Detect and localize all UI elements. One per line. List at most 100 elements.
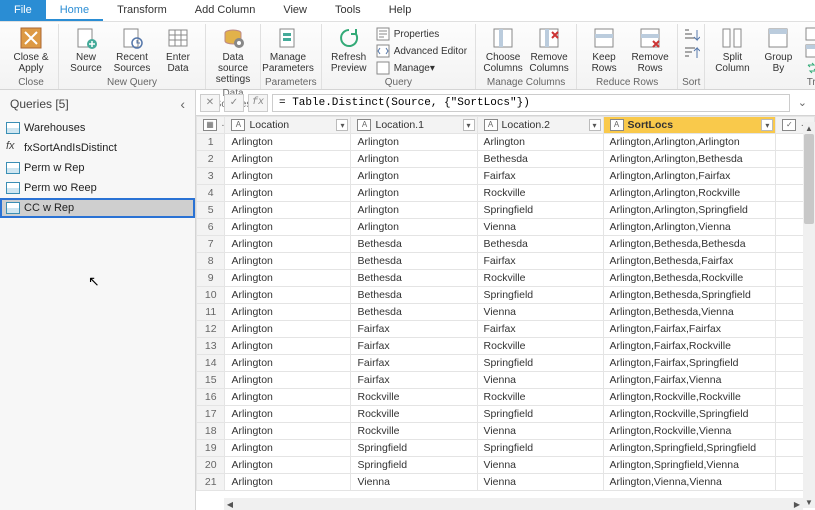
col-header-location[interactable]: ALocation▾ bbox=[225, 117, 351, 134]
table-row[interactable]: 5ArlingtonArlingtonSpringfieldArlington,… bbox=[197, 202, 815, 219]
data-type-button[interactable]: Data Type: Text ▾ bbox=[801, 26, 815, 42]
cell[interactable]: Arlington bbox=[351, 168, 477, 185]
scroll-down-icon[interactable]: ▼ bbox=[803, 496, 815, 508]
vertical-scrollbar[interactable]: ▲ ▼ bbox=[803, 134, 815, 496]
split-column-button[interactable]: Split Column bbox=[709, 24, 755, 76]
table-row[interactable]: 15ArlingtonFairfaxViennaArlington,Fairfa… bbox=[197, 372, 815, 389]
collapse-pane-icon[interactable]: ‹ bbox=[180, 96, 185, 112]
tab-transform[interactable]: Transform bbox=[103, 0, 181, 21]
table-row[interactable]: 16ArlingtonRockvilleRockvilleArlington,R… bbox=[197, 389, 815, 406]
cell[interactable]: Rockville bbox=[477, 389, 603, 406]
table-row[interactable]: 11ArlingtonBethesdaViennaArlington,Bethe… bbox=[197, 304, 815, 321]
cell[interactable]: Arlington bbox=[225, 253, 351, 270]
cell[interactable]: Springfield bbox=[477, 406, 603, 423]
cell[interactable]: Arlington,Rockville,Springfield bbox=[603, 406, 776, 423]
cell[interactable]: Arlington bbox=[225, 457, 351, 474]
cell[interactable]: Rockville bbox=[351, 389, 477, 406]
cell[interactable]: Arlington bbox=[225, 406, 351, 423]
advanced-editor-button[interactable]: Advanced Editor bbox=[372, 43, 471, 59]
tab-view[interactable]: View bbox=[269, 0, 321, 21]
cell[interactable]: Arlington,Bethesda,Vienna bbox=[603, 304, 776, 321]
manage-parameters-button[interactable]: Manage Parameters bbox=[265, 24, 311, 76]
cell[interactable]: Arlington bbox=[225, 474, 351, 491]
cell[interactable]: Arlington bbox=[225, 440, 351, 457]
manage-button[interactable]: Manage ▾ bbox=[372, 60, 471, 76]
table-row[interactable]: 3ArlingtonArlingtonFairfaxArlington,Arli… bbox=[197, 168, 815, 185]
cell[interactable]: Arlington,Arlington,Bethesda bbox=[603, 151, 776, 168]
corner-cell[interactable]: ▦ bbox=[197, 117, 225, 134]
query-item-perm-w-rep[interactable]: Perm w Rep bbox=[0, 158, 195, 178]
refresh-preview-button[interactable]: Refresh Preview bbox=[326, 24, 372, 76]
cell[interactable]: Vienna bbox=[477, 372, 603, 389]
cell[interactable]: Arlington bbox=[225, 236, 351, 253]
filter-dropdown-icon[interactable]: ▾ bbox=[589, 119, 601, 131]
cell[interactable]: Arlington,Arlington,Vienna bbox=[603, 219, 776, 236]
cell[interactable]: Arlington,Arlington,Arlington bbox=[603, 134, 776, 151]
cell[interactable]: Arlington bbox=[225, 151, 351, 168]
cell[interactable]: Arlington bbox=[225, 270, 351, 287]
cell[interactable]: Springfield bbox=[477, 440, 603, 457]
new-source-button[interactable]: New Source bbox=[63, 24, 109, 76]
cell[interactable]: Rockville bbox=[351, 406, 477, 423]
sort-asc-button[interactable] bbox=[682, 28, 700, 44]
properties-button[interactable]: Properties bbox=[372, 26, 471, 42]
query-item-cc-w-rep[interactable]: CC w Rep bbox=[0, 198, 195, 218]
cell[interactable]: Vienna bbox=[351, 474, 477, 491]
remove-rows-button[interactable]: Remove Rows bbox=[627, 24, 673, 76]
cell[interactable]: Vienna bbox=[477, 474, 603, 491]
filter-dropdown-icon[interactable]: ▾ bbox=[336, 119, 348, 131]
scroll-up-icon[interactable]: ▲ bbox=[803, 122, 815, 134]
tab-tools[interactable]: Tools bbox=[321, 0, 375, 21]
cell[interactable]: Arlington bbox=[225, 389, 351, 406]
cell[interactable]: Fairfax bbox=[477, 321, 603, 338]
cell[interactable]: Arlington,Springfield,Springfield bbox=[603, 440, 776, 457]
formula-expand-button[interactable]: ⌄ bbox=[794, 96, 811, 109]
cell[interactable]: Arlington bbox=[477, 134, 603, 151]
cell[interactable]: Arlington bbox=[225, 355, 351, 372]
table-row[interactable]: 1ArlingtonArlingtonArlingtonArlington,Ar… bbox=[197, 134, 815, 151]
table-row[interactable]: 19ArlingtonSpringfieldSpringfieldArlingt… bbox=[197, 440, 815, 457]
cell[interactable]: Arlington bbox=[351, 219, 477, 236]
cell[interactable]: Fairfax bbox=[351, 372, 477, 389]
close-apply-button[interactable]: Close & Apply bbox=[8, 24, 54, 76]
cell[interactable]: Fairfax bbox=[351, 321, 477, 338]
cell[interactable]: Arlington bbox=[225, 338, 351, 355]
table-row[interactable]: 7ArlingtonBethesdaBethesdaArlington,Beth… bbox=[197, 236, 815, 253]
replace-values-button[interactable]: Replace Values bbox=[801, 60, 815, 76]
query-item-fx[interactable]: fxfxSortAndIsDistinct bbox=[0, 138, 195, 158]
cell[interactable]: Arlington,Bethesda,Springfield bbox=[603, 287, 776, 304]
group-by-button[interactable]: Group By bbox=[755, 24, 801, 76]
cell[interactable]: Bethesda bbox=[351, 253, 477, 270]
cell[interactable]: Fairfax bbox=[351, 338, 477, 355]
cell[interactable]: Vienna bbox=[477, 457, 603, 474]
table-row[interactable]: 21ArlingtonViennaViennaArlington,Vienna,… bbox=[197, 474, 815, 491]
cell[interactable]: Rockville bbox=[477, 185, 603, 202]
cell[interactable]: Arlington bbox=[351, 134, 477, 151]
cell[interactable]: Arlington bbox=[225, 202, 351, 219]
cell[interactable]: Arlington bbox=[225, 321, 351, 338]
cell[interactable]: Vienna bbox=[477, 219, 603, 236]
cell[interactable]: Arlington,Fairfax,Springfield bbox=[603, 355, 776, 372]
cell[interactable]: Springfield bbox=[477, 287, 603, 304]
cell[interactable]: Arlington bbox=[225, 168, 351, 185]
cell[interactable]: Springfield bbox=[351, 457, 477, 474]
enter-data-button[interactable]: Enter Data bbox=[155, 24, 201, 76]
col-header-location-2[interactable]: ALocation.2▾ bbox=[477, 117, 603, 134]
cell[interactable]: Arlington,Fairfax,Vienna bbox=[603, 372, 776, 389]
cell[interactable]: Bethesda bbox=[351, 304, 477, 321]
query-item-warehouses[interactable]: Warehouses bbox=[0, 118, 195, 138]
filter-dropdown-icon[interactable]: ▾ bbox=[463, 119, 475, 131]
formula-commit-button[interactable]: ✓ bbox=[224, 94, 244, 112]
cell[interactable]: Bethesda bbox=[351, 287, 477, 304]
scroll-thumb[interactable] bbox=[804, 134, 814, 224]
filter-dropdown-icon[interactable]: ▾ bbox=[761, 119, 773, 131]
cell[interactable]: Arlington bbox=[351, 202, 477, 219]
table-row[interactable]: 14ArlingtonFairfaxSpringfieldArlington,F… bbox=[197, 355, 815, 372]
cell[interactable]: Rockville bbox=[477, 270, 603, 287]
cell[interactable]: Arlington,Fairfax,Fairfax bbox=[603, 321, 776, 338]
cell[interactable]: Arlington,Bethesda,Rockville bbox=[603, 270, 776, 287]
cell[interactable]: Arlington,Fairfax,Rockville bbox=[603, 338, 776, 355]
table-row[interactable]: 2ArlingtonArlingtonBethesdaArlington,Arl… bbox=[197, 151, 815, 168]
tab-home[interactable]: Home bbox=[46, 0, 103, 21]
scroll-right-icon[interactable]: ▶ bbox=[791, 498, 803, 510]
